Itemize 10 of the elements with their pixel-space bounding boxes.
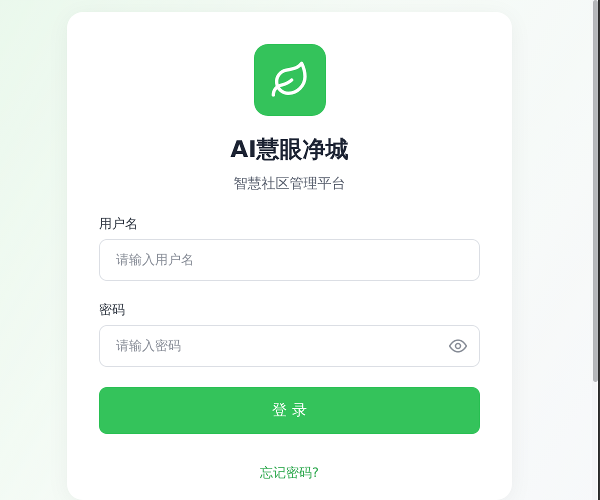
app-subtitle: 智慧社区管理平台 bbox=[234, 175, 346, 193]
app-title: AI慧眼净城 bbox=[230, 136, 349, 165]
scrollbar[interactable] bbox=[592, 0, 600, 500]
username-field[interactable]: 请输入用户名 bbox=[99, 239, 480, 281]
password-field[interactable]: 请输入密码 bbox=[99, 325, 480, 367]
field-label: 用户名 bbox=[99, 216, 138, 233]
logo-icon bbox=[254, 44, 326, 116]
field-label: 密码 bbox=[99, 302, 125, 319]
login-button[interactable]: 登 录 bbox=[99, 387, 480, 434]
forgot-password-link[interactable]: 忘记密码? bbox=[260, 464, 319, 482]
